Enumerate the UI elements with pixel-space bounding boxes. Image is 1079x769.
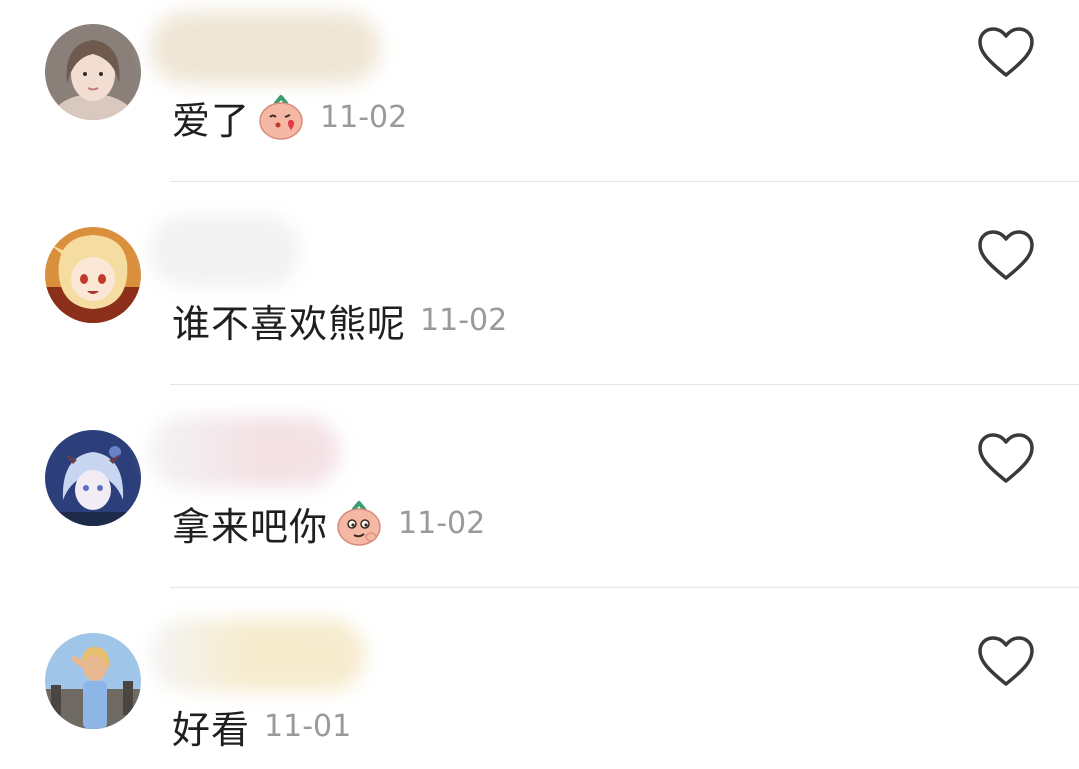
heart-outline-icon — [978, 433, 1034, 483]
avatar[interactable] — [45, 24, 141, 120]
comment-date: 11-02 — [420, 302, 508, 338]
comment-date: 11-01 — [264, 708, 352, 744]
heart-outline-icon — [978, 27, 1034, 77]
divider — [170, 587, 1079, 588]
comment-body: 拿来吧你 11-02 — [172, 498, 486, 549]
username-blurred[interactable] — [150, 215, 300, 287]
comment-text: 谁不喜欢熊呢 — [172, 301, 407, 346]
comment-body: 好看 11-01 — [172, 701, 352, 752]
heart-outline-icon — [978, 636, 1034, 686]
like-button[interactable] — [976, 634, 1036, 688]
comment-item[interactable]: 拿来吧你 11-02 — [0, 406, 1079, 609]
username-blurred[interactable] — [150, 12, 380, 84]
avatar[interactable] — [45, 227, 141, 323]
comment-text: 爱了 — [172, 98, 251, 143]
comment-date: 11-02 — [398, 505, 486, 541]
smirking-peach-emoji-icon — [334, 499, 384, 547]
divider — [170, 181, 1079, 182]
like-button[interactable] — [976, 25, 1036, 79]
like-button[interactable] — [976, 228, 1036, 282]
kissing-heart-peach-emoji-icon — [256, 93, 306, 141]
comment-date: 11-02 — [320, 99, 408, 135]
comment-item[interactable]: 谁不喜欢熊呢 11-02 — [0, 203, 1079, 406]
divider — [170, 384, 1079, 385]
comment-item[interactable]: 爱了 11-02 — [0, 0, 1079, 203]
heart-outline-icon — [978, 230, 1034, 280]
comment-body: 爱了 11-02 — [172, 92, 408, 143]
username-blurred[interactable] — [150, 416, 340, 488]
comment-text: 好看 — [172, 707, 251, 752]
avatar[interactable] — [45, 633, 141, 729]
like-button[interactable] — [976, 431, 1036, 485]
comment-body: 谁不喜欢熊呢 11-02 — [172, 295, 508, 346]
comment-text: 拿来吧你 — [172, 504, 329, 549]
avatar[interactable] — [45, 430, 141, 526]
comment-item[interactable]: 好看 11-01 — [0, 609, 1079, 769]
username-blurred[interactable] — [150, 619, 365, 691]
